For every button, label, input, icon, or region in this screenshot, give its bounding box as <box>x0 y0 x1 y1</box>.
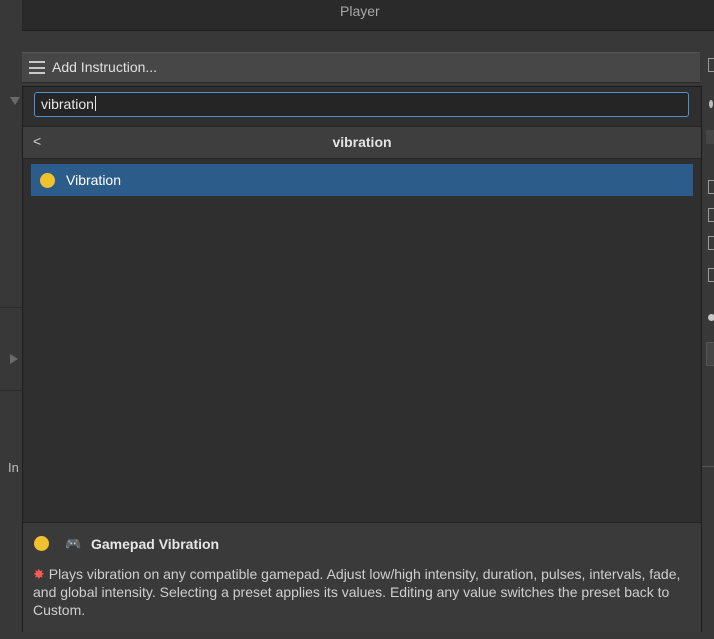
results-header-title: vibration <box>332 134 392 150</box>
results-header: < vibration <box>23 126 701 159</box>
target-field[interactable]: Player <box>22 0 714 31</box>
yellow-dot-icon <box>40 173 55 188</box>
copy-icon[interactable] <box>708 58 714 72</box>
result-item-vibration[interactable]: Vibration <box>31 164 693 196</box>
radio-icon[interactable] <box>708 314 714 321</box>
checkbox-icon[interactable] <box>708 236 714 250</box>
field-edge[interactable] <box>706 342 714 366</box>
text-caret <box>94 96 96 111</box>
search-input[interactable]: vibration <box>34 92 689 117</box>
foldout-collapsed-arrow-icon[interactable] <box>10 354 18 364</box>
description-text: ✸ Plays vibration on any compatible gamep… <box>33 565 693 619</box>
checkbox-icon[interactable] <box>708 180 714 194</box>
description-title: Gamepad Vibration <box>91 536 220 552</box>
result-item-label: Vibration <box>66 172 122 188</box>
search-input-value: vibration <box>41 96 94 112</box>
description-panel: 🎮 Gamepad Vibration ✸ Plays vibration on … <box>23 522 701 632</box>
target-field-value: Player <box>340 3 380 19</box>
description-body: Plays vibration on any compatible gamepa… <box>33 566 681 618</box>
instruction-picker-popup: vibration < vibration Vibration 🎮 Gamepa… <box>22 86 702 632</box>
add-instruction-label: Add Instruction... <box>52 59 158 75</box>
copy-icon[interactable] <box>708 268 714 282</box>
gamepad-icon: 🎮 <box>65 536 82 551</box>
inspector-right-gutter <box>700 36 714 639</box>
button-edge[interactable] <box>706 130 714 144</box>
checkbox-icon[interactable] <box>708 208 714 222</box>
yellow-dot-icon <box>34 536 49 551</box>
inspector-side-label: In <box>8 460 19 475</box>
hamburger-icon <box>29 61 45 74</box>
add-instruction-button[interactable]: Add Instruction... <box>22 52 700 83</box>
divider <box>0 307 22 308</box>
divider <box>700 466 714 467</box>
spark-icon: ✸ <box>33 566 45 582</box>
divider <box>0 390 22 391</box>
toggle-icon[interactable] <box>709 100 713 108</box>
inspector-left-gutter <box>0 90 22 639</box>
foldout-arrow-icon[interactable] <box>10 97 20 105</box>
